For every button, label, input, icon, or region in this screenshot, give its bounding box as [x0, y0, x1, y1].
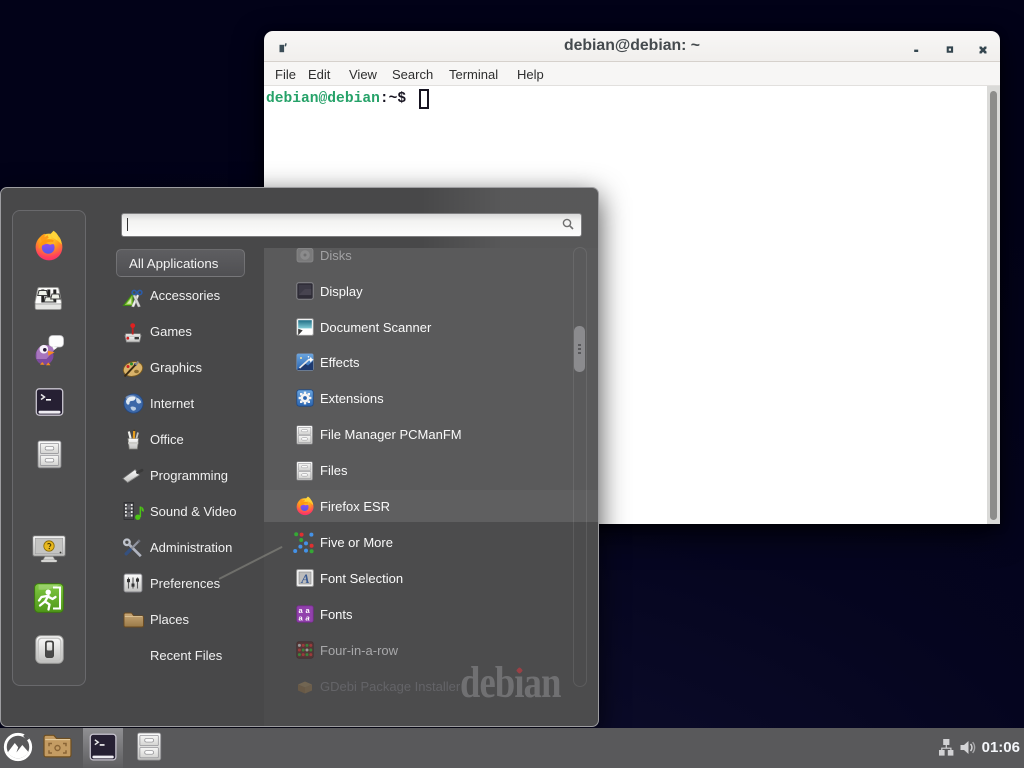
svg-text:a: a [306, 614, 310, 623]
svg-text:A: A [300, 572, 309, 586]
